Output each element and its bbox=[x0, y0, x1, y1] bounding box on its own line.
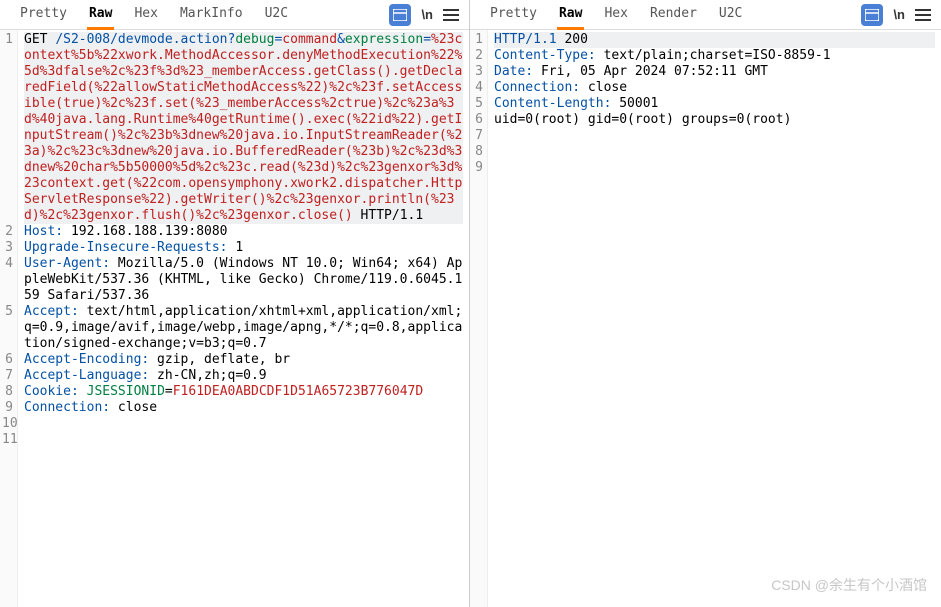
menu-icon[interactable] bbox=[443, 9, 459, 21]
response-pane: Pretty Raw Hex Render U2C \n 123456789 HTTP/… bbox=[470, 0, 941, 607]
request-content[interactable]: 1234567891011 GET /S2-008/devmode.action… bbox=[0, 30, 469, 607]
request-text[interactable]: GET /S2-008/devmode.action?debug=command… bbox=[18, 30, 469, 607]
tab-raw[interactable]: Raw bbox=[557, 0, 584, 30]
response-header: Pretty Raw Hex Render U2C \n bbox=[470, 0, 941, 30]
request-gutter: 1234567891011 bbox=[0, 30, 18, 607]
tab-markinfo[interactable]: MarkInfo bbox=[178, 0, 245, 30]
tab-hex[interactable]: Hex bbox=[602, 0, 629, 30]
code-line[interactable]: Content-Length: 50001 bbox=[494, 96, 935, 112]
watermark: CSDN @余生有个小酒馆 bbox=[771, 575, 927, 595]
request-header: Pretty Raw Hex MarkInfo U2C \n bbox=[0, 0, 469, 30]
tab-u2c[interactable]: U2C bbox=[263, 0, 290, 30]
newline-toggle-button[interactable]: \n bbox=[893, 7, 905, 22]
code-line[interactable]: Accept-Encoding: gzip, deflate, br bbox=[24, 352, 463, 368]
code-line[interactable]: Host: 192.168.188.139:8080 bbox=[24, 224, 463, 240]
code-line[interactable]: Cookie: JSESSIONID=F161DEA0ABDCDF1D51A65… bbox=[24, 384, 463, 400]
newline-toggle-button[interactable]: \n bbox=[421, 7, 433, 22]
code-line[interactable]: Date: Fri, 05 Apr 2024 07:52:11 GMT bbox=[494, 64, 935, 80]
code-line[interactable]: Connection: close bbox=[24, 400, 463, 416]
tab-pretty[interactable]: Pretty bbox=[18, 0, 69, 30]
response-text[interactable]: HTTP/1.1 200Content-Type: text/plain;cha… bbox=[488, 30, 941, 607]
response-gutter: 123456789 bbox=[470, 30, 488, 607]
tab-u2c[interactable]: U2C bbox=[717, 0, 744, 30]
request-pane: Pretty Raw Hex MarkInfo U2C \n 1234567891011… bbox=[0, 0, 470, 607]
code-line[interactable]: Upgrade-Insecure-Requests: 1 bbox=[24, 240, 463, 256]
request-header-icons: \n bbox=[389, 4, 459, 26]
code-line[interactable]: Accept: text/html,application/xhtml+xml,… bbox=[24, 304, 463, 352]
code-line[interactable]: GET /S2-008/devmode.action?debug=command… bbox=[24, 32, 463, 224]
menu-icon[interactable] bbox=[915, 9, 931, 21]
code-line[interactable]: User-Agent: Mozilla/5.0 (Windows NT 10.0… bbox=[24, 256, 463, 304]
code-line[interactable]: Connection: close bbox=[494, 80, 935, 96]
response-content[interactable]: 123456789 HTTP/1.1 200Content-Type: text… bbox=[470, 30, 941, 607]
response-tabs: Pretty Raw Hex Render U2C bbox=[488, 0, 861, 30]
tab-raw[interactable]: Raw bbox=[87, 0, 114, 30]
code-line[interactable]: uid=0(root) gid=0(root) groups=0(root) bbox=[494, 112, 935, 128]
request-tabs: Pretty Raw Hex MarkInfo U2C bbox=[18, 0, 389, 30]
code-line[interactable]: Content-Type: text/plain;charset=ISO-885… bbox=[494, 48, 935, 64]
layout-icon[interactable] bbox=[861, 4, 883, 26]
tab-pretty[interactable]: Pretty bbox=[488, 0, 539, 30]
response-header-icons: \n bbox=[861, 4, 931, 26]
code-line[interactable]: HTTP/1.1 200 bbox=[494, 32, 935, 48]
tab-render[interactable]: Render bbox=[648, 0, 699, 30]
tab-hex[interactable]: Hex bbox=[132, 0, 159, 30]
layout-icon[interactable] bbox=[389, 4, 411, 26]
code-line[interactable]: Accept-Language: zh-CN,zh;q=0.9 bbox=[24, 368, 463, 384]
